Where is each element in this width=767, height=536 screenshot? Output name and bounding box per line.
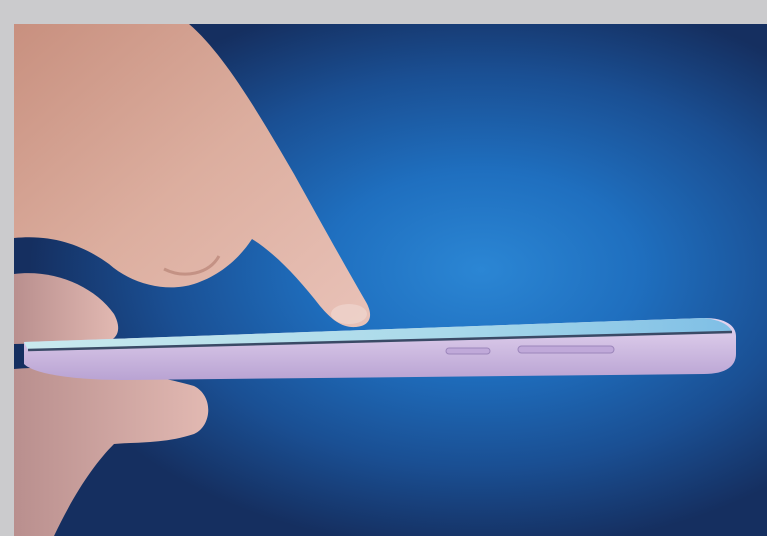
smartphone [24, 318, 736, 380]
image-frame [0, 0, 767, 536]
holding-hand [14, 273, 209, 536]
photo [14, 24, 767, 536]
photo-illustration [14, 24, 736, 536]
